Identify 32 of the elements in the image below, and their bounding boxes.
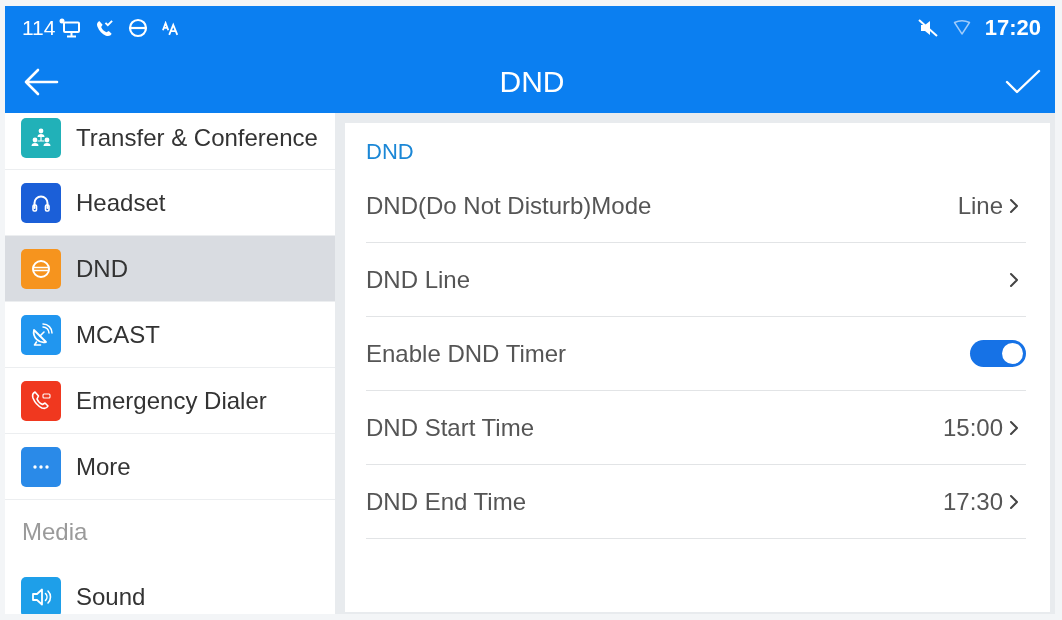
settings-row[interactable]: DND End Time 17:30 bbox=[366, 465, 1026, 539]
clock-time: 17:20 bbox=[984, 15, 1041, 41]
setting-value: Line bbox=[957, 191, 1003, 220]
section-header: Media bbox=[21, 517, 89, 547]
phone-icon bbox=[95, 18, 115, 38]
toggle-switch[interactable] bbox=[970, 340, 1026, 367]
back-arrow-icon bbox=[23, 66, 59, 97]
sidebar-item[interactable]: Sound bbox=[5, 564, 335, 613]
text-size-icon bbox=[162, 20, 181, 36]
sidebar-item[interactable]: More bbox=[5, 434, 335, 500]
settings-row[interactable]: DND(Do Not Disturb)Mode Line bbox=[366, 169, 1026, 243]
sidebar-item[interactable]: Emergency Dialer bbox=[5, 368, 335, 434]
section-title: DND bbox=[366, 138, 415, 166]
extension-number: 114 bbox=[22, 16, 56, 40]
wifi-icon bbox=[952, 20, 971, 36]
settings-row[interactable]: DND Start Time 15:00 bbox=[366, 391, 1026, 465]
sidebar-item[interactable]: Transfer & Conference bbox=[5, 113, 335, 170]
chevron-right-icon bbox=[1009, 419, 1019, 436]
chevron-right-icon bbox=[1009, 197, 1019, 214]
chevron-right-icon bbox=[1009, 493, 1019, 510]
window-title: DND bbox=[499, 64, 565, 99]
settings-row[interactable]: DND Line bbox=[366, 243, 1026, 317]
check-icon bbox=[1005, 68, 1041, 95]
mute-icon bbox=[916, 18, 939, 38]
chevron-right-icon bbox=[1009, 271, 1019, 288]
setting-value: 15:00 bbox=[942, 413, 1003, 442]
sidebar-item[interactable]: MCAST bbox=[5, 302, 335, 368]
computer-icon bbox=[59, 18, 82, 38]
minus-circle-icon bbox=[128, 18, 149, 38]
setting-value: 17:30 bbox=[942, 487, 1003, 516]
sidebar-item[interactable]: DND bbox=[5, 236, 335, 302]
settings-row[interactable]: Enable DND Timer bbox=[366, 317, 1026, 391]
